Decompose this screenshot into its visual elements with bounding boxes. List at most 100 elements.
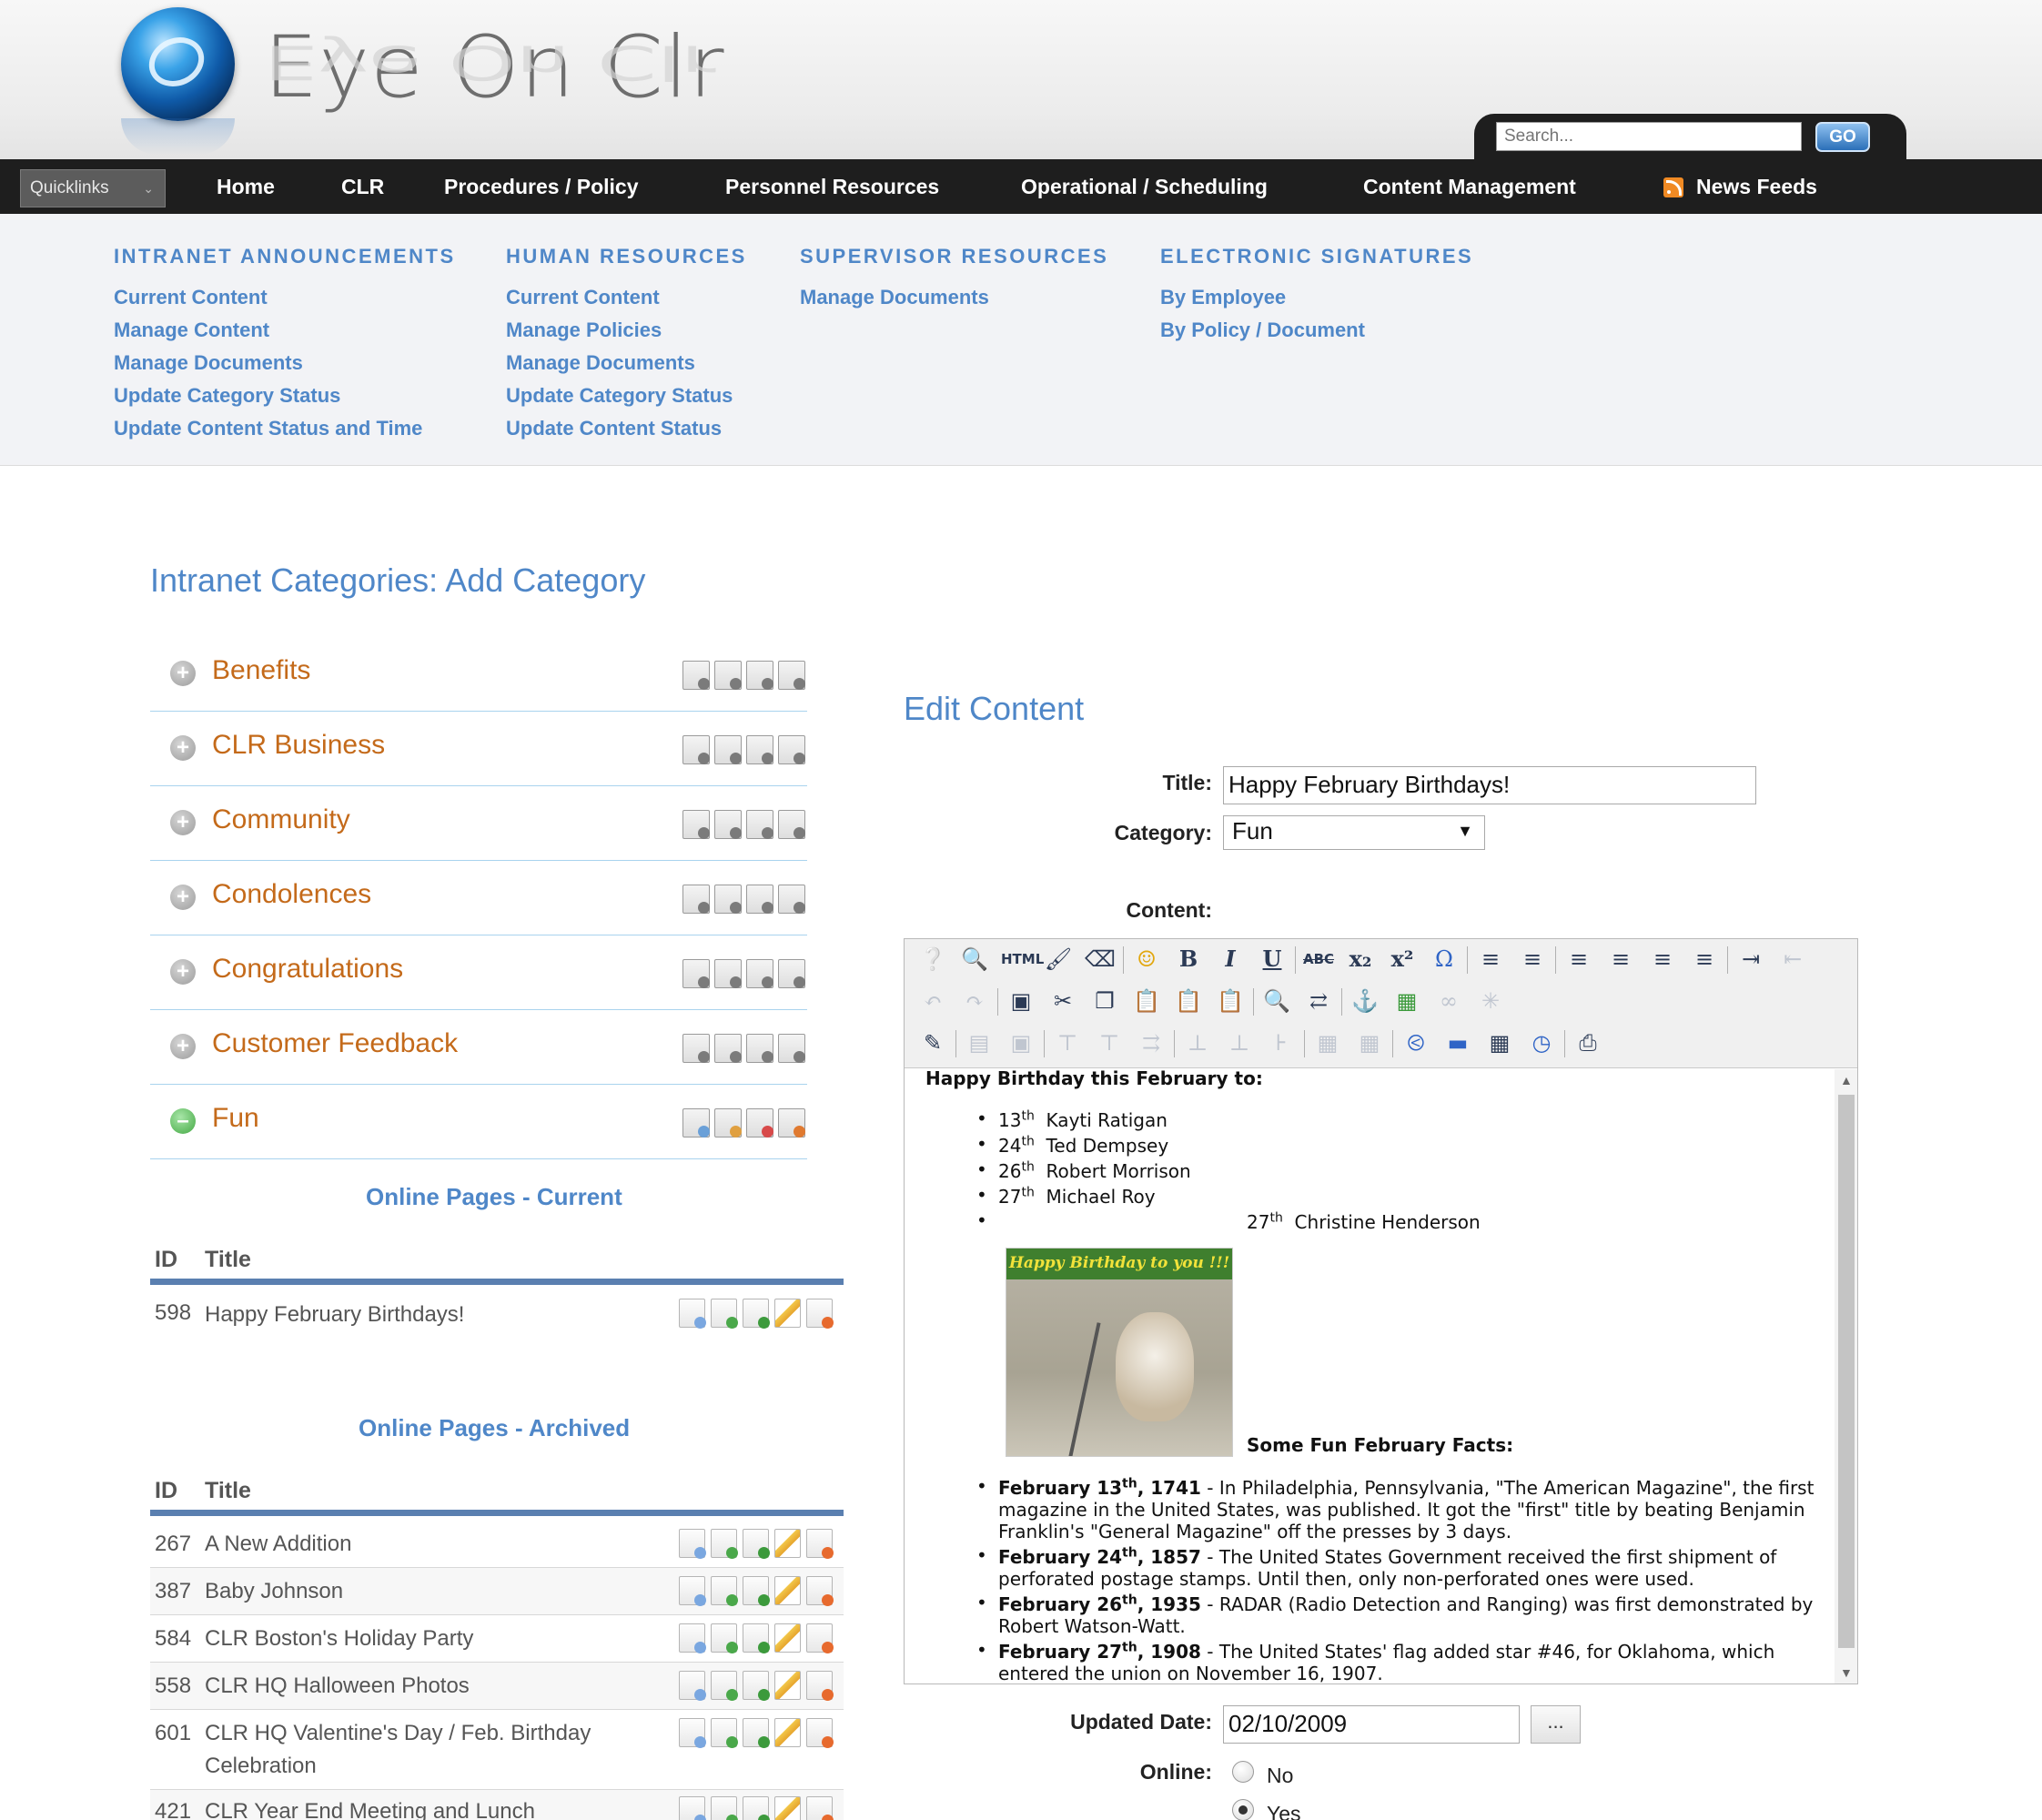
delete-page-icon[interactable] <box>806 1623 834 1653</box>
menu-link[interactable]: Update Content Status <box>506 417 722 440</box>
menu-link[interactable]: Current Content <box>506 286 660 309</box>
expand-icon[interactable]: + <box>170 735 196 761</box>
table-cell-icon[interactable]: ▣ <box>1006 1027 1036 1058</box>
indent-icon[interactable]: ⇥ <box>1735 944 1766 975</box>
paste-icon[interactable]: 📋 <box>1131 986 1162 1016</box>
edit-doc-icon[interactable] <box>714 885 742 914</box>
category-row[interactable]: + CLR Business <box>150 712 807 786</box>
table-row[interactable]: 387 Baby Johnson <box>150 1568 844 1615</box>
table-row[interactable]: 267 A New Addition <box>150 1521 844 1568</box>
add-doc-icon[interactable] <box>682 959 710 988</box>
replace-icon[interactable]: ⇄ <box>1303 986 1334 1016</box>
expand-icon[interactable]: + <box>170 885 196 910</box>
nav-news-feeds[interactable]: News Feeds <box>1696 159 1817 214</box>
strikethrough-icon[interactable]: ABC <box>1303 944 1334 975</box>
editor-content-area[interactable]: Happy Birthday this February to: • 13th … <box>905 1069 1835 1684</box>
status-doc-icon[interactable] <box>746 1108 773 1138</box>
edit-page-icon[interactable] <box>774 1671 801 1700</box>
archive-page-icon[interactable] <box>711 1623 738 1653</box>
menu-link[interactable]: Manage Documents <box>114 351 303 375</box>
category-row[interactable]: + Benefits <box>150 637 807 712</box>
birthday-hamster-image[interactable]: Happy Birthday to you !!! <box>1006 1248 1233 1457</box>
status-doc-icon[interactable] <box>746 661 773 690</box>
edit-doc-icon[interactable] <box>714 959 742 988</box>
table-props-icon[interactable]: ▦ <box>1354 1027 1385 1058</box>
emoticon-icon[interactable]: ☺ <box>1131 944 1162 975</box>
category-name[interactable]: Customer Feedback <box>212 1028 458 1059</box>
status-doc-icon[interactable] <box>746 1034 773 1063</box>
online-yes-radio[interactable] <box>1232 1799 1254 1820</box>
delete-page-icon[interactable] <box>806 1718 834 1748</box>
bold-icon[interactable]: B <box>1173 944 1204 975</box>
delete-doc-icon[interactable] <box>778 661 805 690</box>
table-row[interactable]: 421 CLR Year End Meeting and Lunch <box>150 1790 844 1820</box>
add-doc-icon[interactable] <box>682 1034 710 1063</box>
align-left-icon[interactable]: ≡ <box>1563 944 1594 975</box>
menu-link[interactable]: Update Content Status and Time <box>114 417 422 440</box>
eraser-icon[interactable]: ⌫ <box>1085 944 1116 975</box>
delete-doc-icon[interactable] <box>778 885 805 914</box>
category-name[interactable]: Congratulations <box>212 954 403 985</box>
delete-page-icon[interactable] <box>806 1671 834 1701</box>
move-page-icon[interactable] <box>743 1299 770 1329</box>
delete-page-icon[interactable] <box>806 1299 834 1329</box>
scroll-thumb[interactable] <box>1838 1095 1855 1648</box>
date-picker-button[interactable]: ... <box>1531 1705 1581 1744</box>
category-name[interactable]: Benefits <box>212 655 310 686</box>
edit-doc-icon[interactable] <box>714 735 742 764</box>
italic-icon[interactable]: I <box>1215 944 1246 975</box>
add-doc-icon[interactable] <box>682 1108 710 1138</box>
add-doc-icon[interactable] <box>682 810 710 839</box>
view-page-icon[interactable] <box>679 1671 706 1701</box>
justify-icon[interactable]: ≡ <box>1689 944 1720 975</box>
nav-operational-scheduling[interactable]: Operational / Scheduling <box>1021 159 1268 214</box>
quicklinks-dropdown[interactable]: Quicklinks ⌄ <box>20 169 166 207</box>
status-doc-icon[interactable] <box>746 959 773 988</box>
delete-row-icon[interactable]: ⊤ <box>1094 1027 1125 1058</box>
table-row-icon[interactable]: ▤ <box>964 1027 995 1058</box>
time-icon[interactable]: ◷ <box>1526 1027 1557 1058</box>
category-name[interactable]: Condolences <box>212 879 371 910</box>
archive-page-icon[interactable] <box>711 1529 738 1559</box>
move-page-icon[interactable] <box>743 1796 770 1820</box>
view-page-icon[interactable] <box>679 1796 706 1820</box>
nav-content-management[interactable]: Content Management <box>1363 159 1576 214</box>
delete-page-icon[interactable] <box>806 1576 834 1606</box>
logo-globe-icon[interactable] <box>121 7 235 121</box>
preview-icon[interactable]: 🔍 <box>959 944 990 975</box>
edit-page-icon[interactable] <box>774 1299 801 1328</box>
nav-home[interactable]: Home <box>217 159 275 214</box>
delete-doc-icon[interactable] <box>778 1034 805 1063</box>
search-input[interactable] <box>1496 122 1802 151</box>
html-source-icon[interactable]: HTML <box>1001 944 1044 975</box>
table-row[interactable]: 558 CLR HQ Halloween Photos <box>150 1663 844 1710</box>
edit-doc-icon[interactable] <box>714 810 742 839</box>
insert-col-icon[interactable]: ⊥ <box>1182 1027 1213 1058</box>
delete-doc-icon[interactable] <box>778 959 805 988</box>
expand-icon[interactable]: + <box>170 959 196 985</box>
online-no-label[interactable]: No <box>1267 1764 1293 1788</box>
menu-link[interactable]: Manage Documents <box>506 351 695 375</box>
delete-doc-icon[interactable] <box>778 735 805 764</box>
archive-page-icon[interactable] <box>711 1718 738 1748</box>
menu-link[interactable]: Manage Policies <box>506 318 662 342</box>
anchor-icon[interactable]: ⚓ <box>1350 986 1380 1016</box>
scroll-up-icon[interactable]: ▲ <box>1840 1073 1853 1087</box>
expand-icon[interactable]: + <box>170 661 196 686</box>
category-row[interactable]: + Condolences <box>150 861 807 935</box>
split-icon[interactable]: ⊦ <box>1266 1027 1297 1058</box>
special-char-icon[interactable]: Ω <box>1429 944 1460 975</box>
paste-text-icon[interactable]: 📋 <box>1173 986 1204 1016</box>
menu-link[interactable]: By Employee <box>1160 286 1286 309</box>
table-row[interactable]: 584 CLR Boston's Holiday Party <box>150 1615 844 1663</box>
underline-icon[interactable]: U <box>1257 944 1288 975</box>
align-right-icon[interactable]: ≡ <box>1647 944 1678 975</box>
select-all-icon[interactable]: ▣ <box>1006 986 1036 1016</box>
archive-page-icon[interactable] <box>711 1576 738 1606</box>
cut-icon[interactable]: ✂ <box>1047 986 1078 1016</box>
category-row-selected[interactable]: – Fun <box>150 1085 807 1159</box>
category-row[interactable]: + Community <box>150 786 807 861</box>
edit-page-icon[interactable] <box>774 1623 801 1653</box>
view-page-icon[interactable] <box>679 1623 706 1653</box>
add-doc-icon[interactable] <box>682 885 710 914</box>
